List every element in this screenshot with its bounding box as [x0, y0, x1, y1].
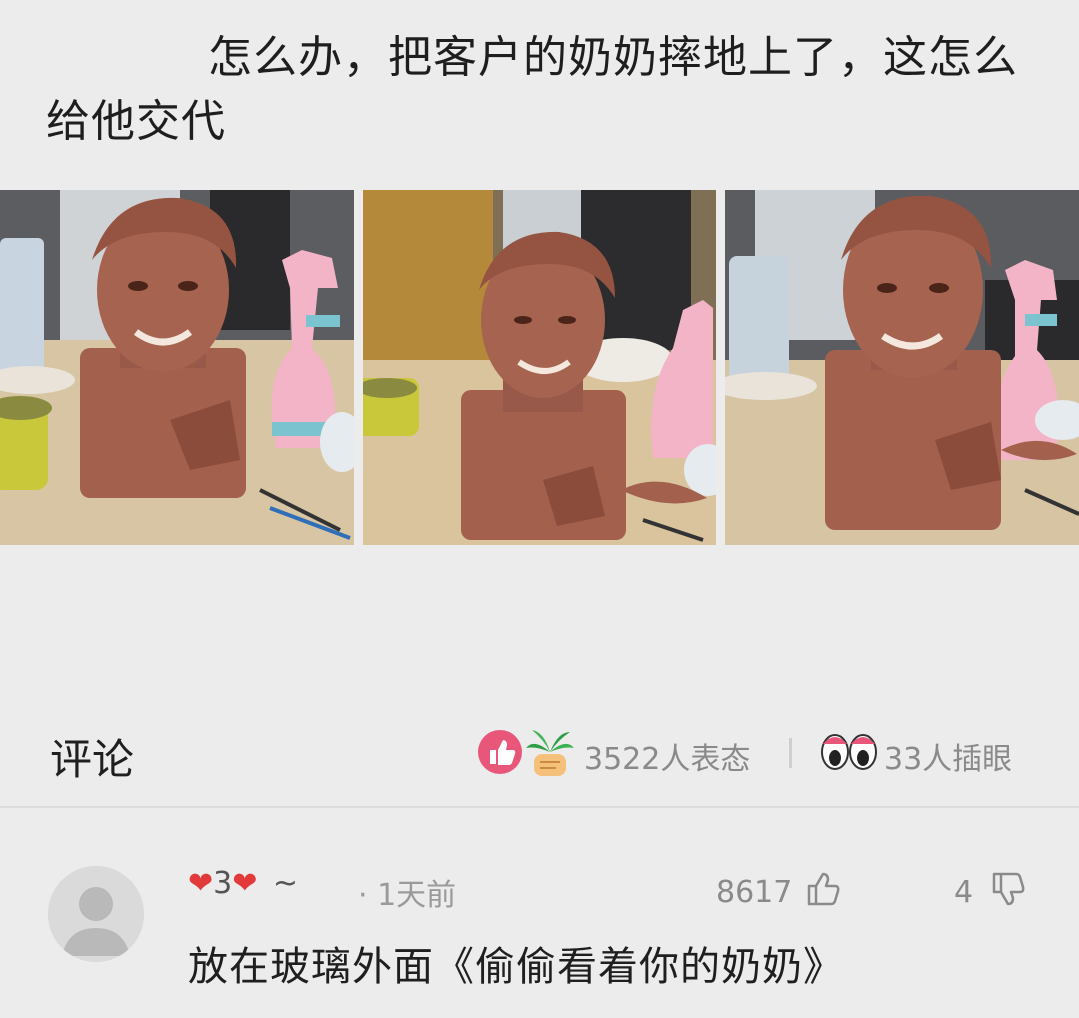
eyes-icon[interactable]: [820, 732, 878, 776]
dislike-button[interactable]: 4: [954, 870, 1027, 910]
palm-tree-icon[interactable]: [522, 724, 578, 784]
username-suffix: ~: [272, 866, 299, 901]
thumbs-down-icon: [992, 872, 1025, 906]
eye-count[interactable]: 33人插眼: [884, 734, 1012, 778]
reactions-count[interactable]: 3522人表态: [584, 734, 750, 778]
thumbs-up-icon: [807, 872, 840, 906]
clay-bust-photo-1[interactable]: [0, 190, 354, 545]
avatar-placeholder-icon: [48, 866, 144, 962]
stat-separator: [789, 738, 792, 768]
photo-grid: [0, 190, 1079, 545]
comments-header: 评论 3522人表态 33人插眼: [0, 700, 1079, 805]
username-heart-count: 3: [213, 866, 233, 901]
heart-icon: ❤: [188, 866, 214, 901]
comment-item: ❤3❤ ~ · 1天前 8617 4 放在玻璃外面《偷偷看着你的奶奶》: [0, 808, 1079, 1018]
clay-bust-photo-2[interactable]: [363, 190, 716, 545]
dislike-count: 4: [954, 875, 974, 910]
comment-time: · 1天前: [358, 878, 457, 913]
avatar[interactable]: [48, 866, 144, 962]
clay-bust-photo-3[interactable]: [725, 190, 1079, 545]
comment-text: 放在玻璃外面《偷偷看着你的奶奶》: [188, 944, 844, 990]
comments-title: 评论: [50, 735, 135, 784]
post-footer-spacer: [0, 545, 1079, 695]
post-title: 怎么办，把客户的奶奶摔地上了，这怎么给他交代: [46, 32, 1018, 147]
like-button[interactable]: 8617: [716, 870, 842, 910]
like-badge-icon[interactable]: [476, 728, 524, 780]
heart-icon: ❤: [232, 866, 258, 901]
like-count: 8617: [716, 875, 793, 910]
comment-username[interactable]: ❤3❤ ~: [188, 866, 298, 901]
